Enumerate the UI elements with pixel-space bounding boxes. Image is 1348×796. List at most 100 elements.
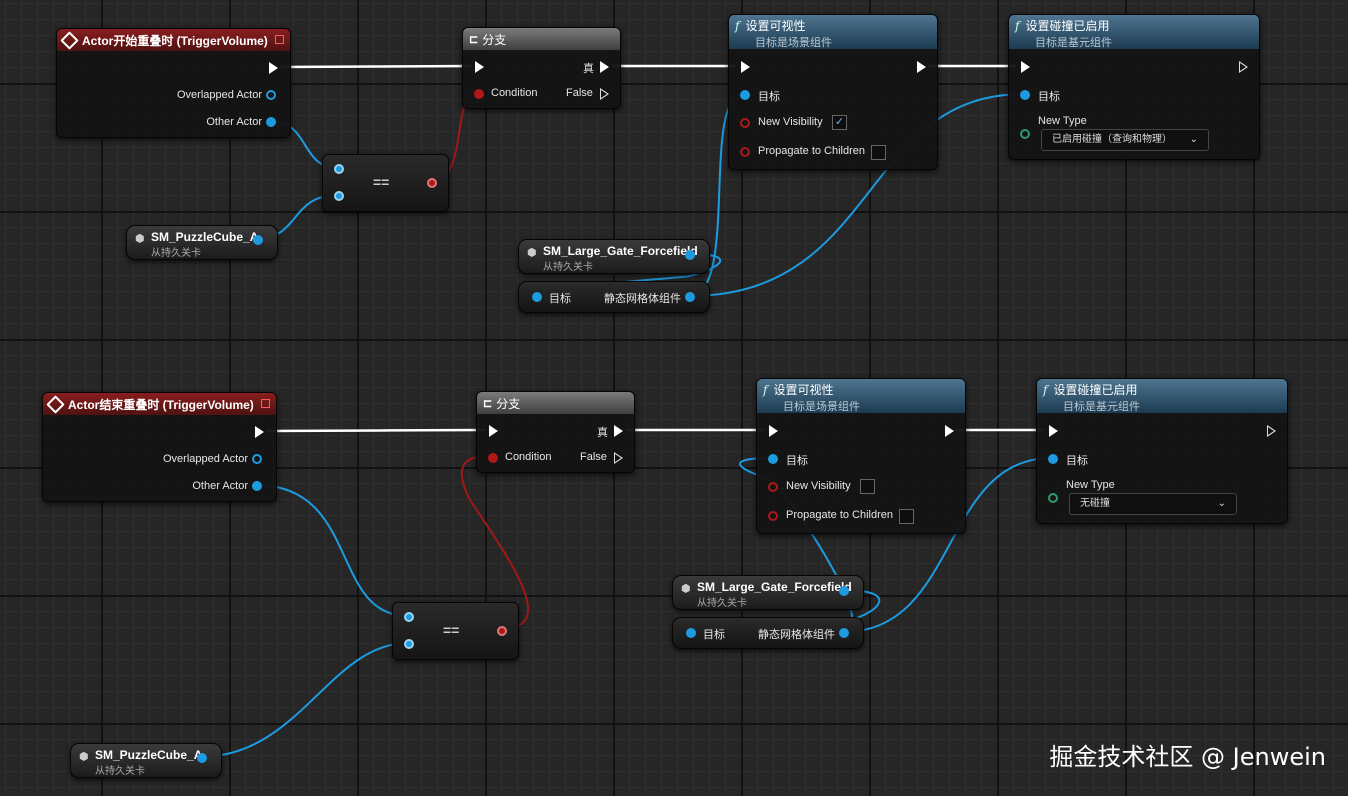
cube-icon: ⬢: [681, 583, 691, 595]
variable-source: 从持久关卡: [543, 262, 593, 273]
branch-header: ⊏ 分支: [477, 392, 634, 414]
set-visibility-node[interactable]: f 设置可视性 目标是场景组件 目标 New Visibility Propaga…: [756, 378, 966, 534]
condition-pin[interactable]: [474, 89, 484, 99]
true-exec-pin[interactable]: [614, 425, 623, 437]
equals-output-pin[interactable]: [427, 178, 437, 188]
close-icon[interactable]: [261, 399, 270, 408]
end-overlap-event-node[interactable]: Actor结束重叠时 (TriggerVolume) Overlapped Ac…: [42, 392, 277, 502]
function-subtitle: 目标是场景组件: [783, 401, 860, 413]
puzzle-cube-variable[interactable]: ⬢ SM_PuzzleCube_A 从持久关卡: [126, 225, 278, 260]
equals-input-b-pin[interactable]: [404, 639, 414, 649]
component-output-pin[interactable]: [685, 292, 695, 302]
collision-type-dropdown[interactable]: 已启用碰撞（查询和物理） ⌄: [1041, 129, 1209, 151]
other-actor-pin[interactable]: [252, 481, 262, 491]
target-pin[interactable]: [740, 90, 750, 100]
variable-source: 从持久关卡: [151, 248, 201, 259]
condition-pin[interactable]: [488, 453, 498, 463]
overlapped-actor-label: Overlapped Actor: [163, 453, 248, 465]
set-visibility-header: f 设置可视性 目标是场景组件: [729, 15, 937, 49]
true-exec-pin[interactable]: [600, 61, 609, 73]
target-pin[interactable]: [1048, 454, 1058, 464]
puzzle-cube-variable[interactable]: ⬢ SM_PuzzleCube_A 从持久关卡: [70, 743, 222, 778]
propagate-pin[interactable]: [768, 511, 778, 521]
equals-node[interactable]: ==: [322, 154, 449, 212]
target-label: 目标: [549, 293, 571, 305]
propagate-checkbox[interactable]: [871, 145, 886, 160]
new-visibility-checkbox[interactable]: [860, 479, 875, 494]
variable-source: 从持久关卡: [95, 766, 145, 777]
propagate-checkbox[interactable]: [899, 509, 914, 524]
exec-out-pin[interactable]: [255, 426, 264, 438]
function-icon: f: [735, 19, 740, 33]
false-exec-pin[interactable]: [600, 88, 609, 100]
exec-wire[interactable]: [279, 64, 473, 69]
function-title: 设置可视性: [745, 19, 806, 33]
target-label: 目标: [1038, 91, 1060, 103]
function-icon: f: [1015, 19, 1020, 33]
event-header: Actor结束重叠时 (TriggerVolume): [43, 393, 276, 415]
propagate-pin[interactable]: [740, 147, 750, 157]
variable-output-pin[interactable]: [253, 235, 263, 245]
new-visibility-checkbox[interactable]: ✓: [832, 115, 847, 130]
event-icon: [60, 30, 79, 50]
exec-out-pin[interactable]: [1239, 61, 1248, 73]
new-type-pin[interactable]: [1020, 129, 1030, 139]
branch-icon: ⊏: [469, 33, 479, 46]
exec-in-pin[interactable]: [1049, 425, 1058, 437]
function-icon: f: [1043, 383, 1048, 397]
target-label: 目标: [1066, 455, 1088, 467]
new-type-pin[interactable]: [1048, 493, 1058, 503]
false-exec-pin[interactable]: [614, 452, 623, 464]
target-pin[interactable]: [768, 454, 778, 464]
exec-out-pin[interactable]: [1267, 425, 1276, 437]
new-visibility-pin[interactable]: [768, 482, 778, 492]
output-label: 静态网格体组件: [604, 293, 681, 305]
gate-forcefield-variable[interactable]: ⬢ SM_Large_Gate_Forcefield 从持久关卡: [518, 239, 710, 274]
branch-node[interactable]: ⊏ 分支 真 Condition False: [476, 391, 635, 473]
exec-in-pin[interactable]: [475, 61, 484, 73]
object-wire[interactable]: [255, 484, 409, 617]
exec-out-pin[interactable]: [917, 61, 926, 73]
other-actor-pin[interactable]: [266, 117, 276, 127]
false-label: False: [580, 451, 607, 463]
set-collision-node[interactable]: f 设置碰撞已启用 目标是基元组件 目标 New Type 已启用碰撞（查询和物理…: [1008, 14, 1260, 160]
variable-output-pin[interactable]: [197, 753, 207, 763]
begin-overlap-event-node[interactable]: Actor开始重叠时 (TriggerVolume) Overlapped Ac…: [56, 28, 291, 138]
true-label: 真: [597, 427, 608, 439]
get-static-mesh-component-node[interactable]: 目标 静态网格体组件: [672, 617, 864, 649]
get-static-mesh-component-node[interactable]: 目标 静态网格体组件: [518, 281, 710, 313]
branch-node[interactable]: ⊏ 分支 真 Condition False: [462, 27, 621, 109]
function-title: 设置可视性: [773, 383, 834, 397]
exec-in-pin[interactable]: [741, 61, 750, 73]
variable-output-pin[interactable]: [685, 250, 695, 260]
equals-input-a-pin[interactable]: [334, 164, 344, 174]
equals-input-b-pin[interactable]: [334, 191, 344, 201]
new-visibility-pin[interactable]: [740, 118, 750, 128]
overlapped-actor-pin[interactable]: [252, 454, 262, 464]
overlapped-actor-pin[interactable]: [266, 90, 276, 100]
other-actor-label: Other Actor: [192, 480, 248, 492]
equals-node[interactable]: ==: [392, 602, 519, 660]
exec-out-pin[interactable]: [945, 425, 954, 437]
close-icon[interactable]: [275, 35, 284, 44]
equals-input-a-pin[interactable]: [404, 612, 414, 622]
variable-output-pin[interactable]: [839, 586, 849, 596]
collision-type-dropdown[interactable]: 无碰撞 ⌄: [1069, 493, 1237, 515]
set-visibility-node[interactable]: f 设置可视性 目标是场景组件 目标 New Visibility ✓ Propa…: [728, 14, 938, 170]
target-label: 目标: [758, 91, 780, 103]
gate-forcefield-variable[interactable]: ⬢ SM_Large_Gate_Forcefield 从持久关卡: [672, 575, 864, 610]
set-collision-node[interactable]: f 设置碰撞已启用 目标是基元组件 目标 New Type 无碰撞 ⌄: [1036, 378, 1288, 524]
equals-output-pin[interactable]: [497, 626, 507, 636]
target-pin[interactable]: [532, 292, 542, 302]
target-pin[interactable]: [686, 628, 696, 638]
component-output-pin[interactable]: [839, 628, 849, 638]
exec-in-pin[interactable]: [1021, 61, 1030, 73]
event-title: Actor结束重叠时 (TriggerVolume): [68, 397, 254, 412]
exec-wire[interactable]: [265, 428, 487, 433]
exec-out-pin[interactable]: [269, 62, 278, 74]
exec-in-pin[interactable]: [489, 425, 498, 437]
chevron-down-icon: ⌄: [1189, 134, 1198, 145]
exec-in-pin[interactable]: [769, 425, 778, 437]
target-pin[interactable]: [1020, 90, 1030, 100]
object-wire[interactable]: [199, 642, 409, 758]
